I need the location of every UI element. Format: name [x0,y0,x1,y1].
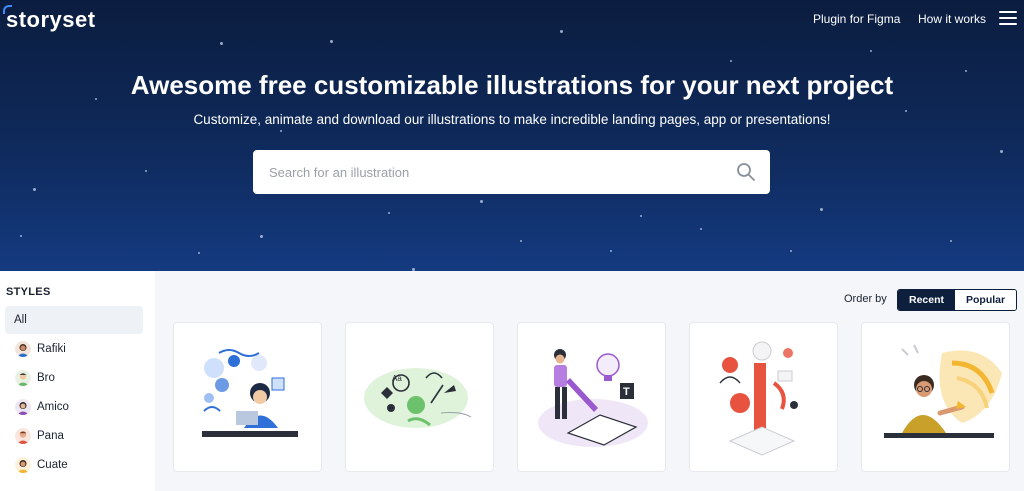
star-decoration [700,228,702,230]
order-toggle: Recent Popular [897,289,1018,311]
search-input[interactable] [269,150,729,194]
order-recent-button[interactable]: Recent [898,290,956,310]
search-icon[interactable] [736,162,756,182]
style-item-pana[interactable]: Pana [5,422,143,450]
star-decoration [198,252,200,254]
star-decoration [560,30,563,33]
logo[interactable]: storyset [6,7,96,33]
star-decoration [280,130,282,132]
order-by-label: Order by [844,293,887,305]
illustration-card[interactable] [861,322,1010,472]
style-item-all[interactable]: All [5,306,143,334]
pana-avatar-icon [15,428,31,444]
woman-at-desk-illustration [202,349,298,437]
styles-title: STYLES [6,286,51,298]
hamburger-icon[interactable] [999,11,1017,25]
bro-avatar-icon [15,370,31,386]
hero-banner: storyset Plugin for Figma How it works A… [0,0,1024,271]
man-with-idea-illustration [884,344,1002,438]
star-decoration [145,170,147,172]
amico-avatar-icon [15,399,31,415]
style-item-rafiki[interactable]: Rafiki [5,335,143,363]
style-item-label: Rafiki [37,343,66,355]
style-item-cuate[interactable]: Cuate [5,451,143,479]
star-decoration [610,250,612,252]
illustration-card[interactable] [173,322,322,472]
hero-title: Awesome free customizable illustrations … [130,70,894,100]
style-item-label: Bro [37,372,55,384]
illustration-card[interactable]: Aa [345,322,494,472]
star-decoration [260,235,263,238]
svg-text:Aa: Aa [392,374,402,383]
star-decoration [820,208,823,211]
order-popular-button[interactable]: Popular [955,290,1017,310]
nav-how-it-works[interactable]: How it works [918,12,986,26]
woman-with-pencil-illustration: T [538,349,648,447]
star-decoration [730,60,732,62]
style-item-label: Cuate [37,459,68,471]
style-item-amico[interactable]: Amico [5,393,143,421]
illustrations-panel: Order by Recent Popular Aa T [155,271,1024,491]
star-decoration [950,240,952,242]
hero-subtitle: Customize, animate and download our illu… [193,112,831,127]
style-item-label: All [14,314,27,326]
star-decoration [1000,150,1003,153]
search-bar [253,150,770,194]
svg-text:T: T [623,386,630,398]
star-decoration [220,42,223,45]
creative-doodles-illustration: Aa [364,368,472,428]
nav-plugin-for-figma[interactable]: Plugin for Figma [813,12,900,26]
star-decoration [20,235,22,237]
star-decoration [790,250,792,252]
style-item-label: Pana [37,430,64,442]
star-decoration [480,200,483,203]
star-decoration [870,50,872,52]
style-item-bro[interactable]: Bro [5,364,143,392]
rafiki-avatar-icon [15,341,31,357]
star-decoration [640,215,642,217]
star-decoration [388,212,390,214]
cuate-avatar-icon [15,457,31,473]
design-tools-illustration [719,341,798,456]
illustration-card[interactable] [689,322,838,472]
star-decoration [33,188,36,191]
star-decoration [520,240,522,242]
style-item-label: Amico [37,401,69,413]
illustration-card[interactable]: T [517,322,666,472]
star-decoration [330,40,333,43]
styles-sidebar: STYLES All Rafiki Bro Amico Pana Cuate [0,271,155,491]
